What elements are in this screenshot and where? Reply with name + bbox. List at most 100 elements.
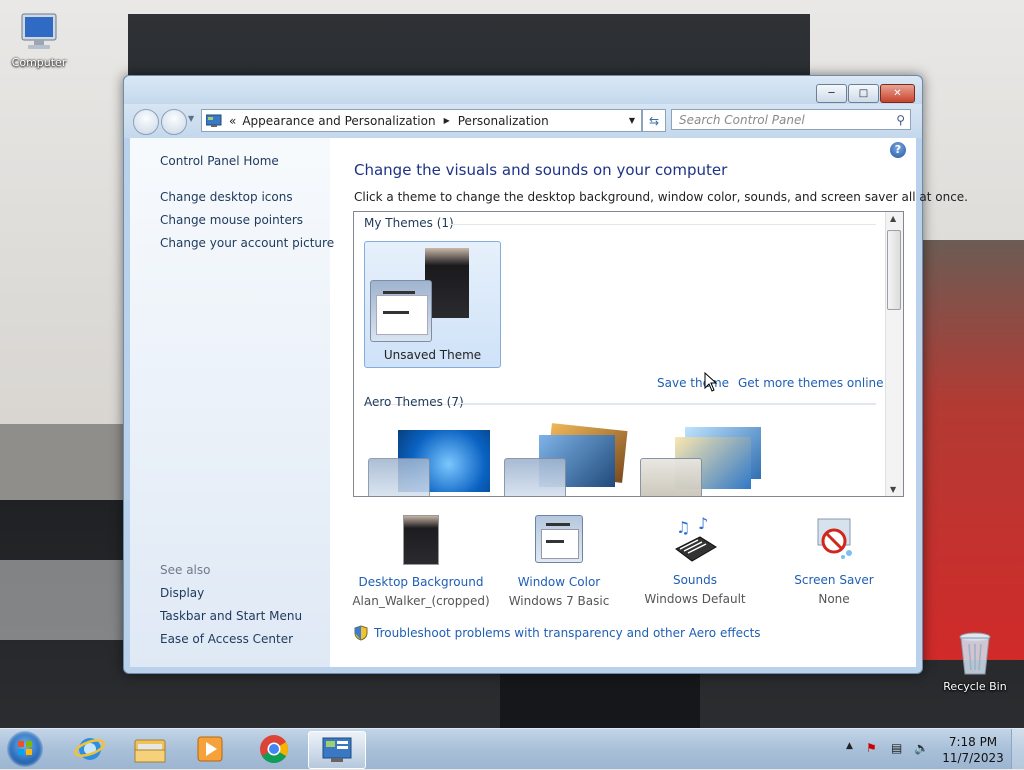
clock-time: 7:18 PM [948, 735, 998, 749]
window-color-preview [370, 280, 432, 342]
save-theme-link[interactable]: Save theme [657, 376, 729, 390]
search-placeholder: Search Control Panel [679, 113, 805, 127]
aero-themes-group-label: Aero Themes (7) [364, 395, 464, 409]
get-more-themes-link[interactable]: Get more themes online [738, 376, 884, 390]
sounds-value: Windows Default [644, 592, 746, 606]
svg-text:♪: ♪ [698, 515, 708, 533]
scroll-up-arrow-icon[interactable]: ▲ [890, 214, 896, 223]
minimize-button[interactable]: ─ [816, 84, 847, 103]
breadcrumb-overflow[interactable]: « [229, 114, 236, 128]
taskbar-and-start-menu-link[interactable]: Taskbar and Start Menu [160, 609, 302, 623]
forward-button[interactable] [161, 109, 187, 135]
help-button[interactable]: ? [890, 142, 906, 158]
mouse-cursor-icon [704, 372, 718, 392]
window-color-icon [535, 515, 583, 563]
theme-tile-label: Unsaved Theme [383, 348, 482, 362]
network-icon[interactable]: ▤ [891, 741, 902, 755]
theme-list-scrollbar[interactable]: ▲ ▼ [885, 212, 903, 496]
window-color-value: Windows 7 Basic [508, 594, 610, 608]
maximize-button[interactable]: □ [848, 84, 879, 103]
page-title: Change the visuals and sounds on your co… [354, 161, 728, 179]
breadcrumb-appearance-and-personalization[interactable]: Appearance and Personalization [242, 114, 435, 128]
taskbar-chrome[interactable] [246, 731, 302, 767]
address-bar[interactable]: « Appearance and Personalization ▶ Perso… [201, 109, 642, 132]
shield-icon [354, 625, 368, 641]
start-button[interactable] [7, 731, 43, 767]
show-hidden-icons-button[interactable]: ▲ [846, 741, 853, 751]
computer-icon [21, 13, 57, 49]
display-link[interactable]: Display [160, 586, 204, 600]
svg-text:♫: ♫ [676, 518, 690, 537]
theme-tile-architecture[interactable] [504, 423, 629, 496]
recycle-bin-icon [959, 632, 991, 675]
screen-saver-setting[interactable]: Screen Saver None [759, 515, 909, 606]
chrome-icon [260, 735, 288, 763]
navigation-bar: ▼ « Appearance and Personalization ▶ Per… [124, 104, 922, 138]
page-subtitle: Click a theme to change the desktop back… [354, 190, 968, 204]
refresh-icon: ⇆ [648, 113, 660, 128]
sounds-icon: ♫ ♪ [675, 515, 717, 562]
window-color-setting[interactable]: Window Color Windows 7 Basic [484, 515, 634, 608]
taskbar-control-panel[interactable] [308, 731, 366, 769]
theme-tile-characters[interactable] [640, 427, 765, 496]
change-desktop-icons-link[interactable]: Change desktop icons [160, 190, 293, 204]
breadcrumb-arrow-icon[interactable]: ▶ [444, 116, 450, 125]
back-button[interactable] [133, 109, 159, 135]
address-dropdown-icon[interactable]: ▼ [629, 116, 635, 125]
my-themes-group-label: My Themes (1) [364, 216, 454, 230]
main-content: ? Change the visuals and sounds on your … [330, 138, 968, 667]
troubleshoot-row[interactable]: Troubleshoot problems with transparency … [354, 625, 761, 641]
control-panel-home-link[interactable]: Control Panel Home [160, 154, 279, 168]
close-button[interactable]: ✕ [880, 84, 915, 103]
media-player-icon [197, 736, 223, 762]
desktop-icon-label: Computer [11, 56, 67, 69]
folder-icon [134, 739, 166, 763]
sounds-label[interactable]: Sounds [620, 573, 770, 587]
theme-tile-windows-7[interactable] [368, 430, 493, 496]
screen-saver-value: None [818, 592, 850, 606]
recent-pages-chevron-icon[interactable]: ▼ [188, 114, 194, 123]
scrollbar-thumb[interactable] [887, 230, 901, 310]
system-clock[interactable]: 7:18 PM 11/7/2023 [938, 734, 1008, 766]
maximize-icon: □ [858, 88, 869, 99]
close-icon: ✕ [893, 88, 902, 99]
volume-muted-icon[interactable]: 🔈 [914, 741, 929, 755]
windows-logo-icon [18, 741, 32, 755]
ease-of-access-center-link[interactable]: Ease of Access Center [160, 632, 293, 646]
change-account-picture-link[interactable]: Change your account picture [160, 236, 334, 250]
personalization-window: ─ □ ✕ ▼ « Appearance and Personalization… [123, 75, 968, 674]
control-panel-icon [322, 737, 352, 762]
left-task-pane: Control Panel Home Change desktop icons … [130, 138, 334, 667]
search-icon[interactable]: ⚲ [896, 110, 905, 131]
screen-saver-icon [817, 518, 852, 559]
taskbar-internet-explorer[interactable] [62, 731, 118, 767]
desktop-background-label[interactable]: Desktop Background [346, 575, 496, 589]
action-center-flag-icon[interactable]: ⚑ [866, 741, 877, 755]
refresh-button[interactable]: ⇆ [642, 109, 666, 132]
theme-list: My Themes (1) Unsaved Theme Save theme G… [353, 211, 904, 497]
change-mouse-pointers-link[interactable]: Change mouse pointers [160, 213, 303, 227]
internet-explorer-icon [74, 738, 106, 760]
theme-settings-row: Desktop Background Alan_Walker_(cropped)… [330, 515, 916, 610]
search-input[interactable]: Search Control Panel ⚲ [671, 109, 911, 130]
taskbar-media-player[interactable] [182, 731, 238, 767]
sounds-setting[interactable]: ♫ ♪ Sounds Windows Default [620, 515, 770, 606]
breadcrumb-personalization[interactable]: Personalization [458, 114, 549, 128]
title-bar[interactable]: ─ □ ✕ [124, 76, 922, 106]
desktop-background-value: Alan_Walker_(cropped) [352, 594, 490, 608]
group-divider [458, 403, 876, 404]
screen-saver-label[interactable]: Screen Saver [759, 573, 909, 587]
show-desktop-button[interactable] [1011, 729, 1024, 769]
group-divider [449, 224, 876, 225]
theme-tile-unsaved[interactable]: Unsaved Theme [364, 241, 501, 368]
window-color-label[interactable]: Window Color [484, 575, 634, 589]
see-also-heading: See also [160, 563, 211, 577]
desktop-icon-recycle-bin[interactable]: Recycle Bin [940, 630, 1010, 693]
minimize-icon: ─ [828, 88, 835, 99]
desktop-icon-computer[interactable]: Computer [4, 10, 74, 69]
taskbar-windows-explorer[interactable] [122, 731, 178, 767]
scroll-down-arrow-icon[interactable]: ▼ [890, 485, 896, 494]
troubleshoot-transparency-link[interactable]: Troubleshoot problems with transparency … [374, 626, 761, 640]
desktop-icon-label: Recycle Bin [943, 680, 1007, 693]
desktop-background-setting[interactable]: Desktop Background Alan_Walker_(cropped) [346, 515, 496, 608]
